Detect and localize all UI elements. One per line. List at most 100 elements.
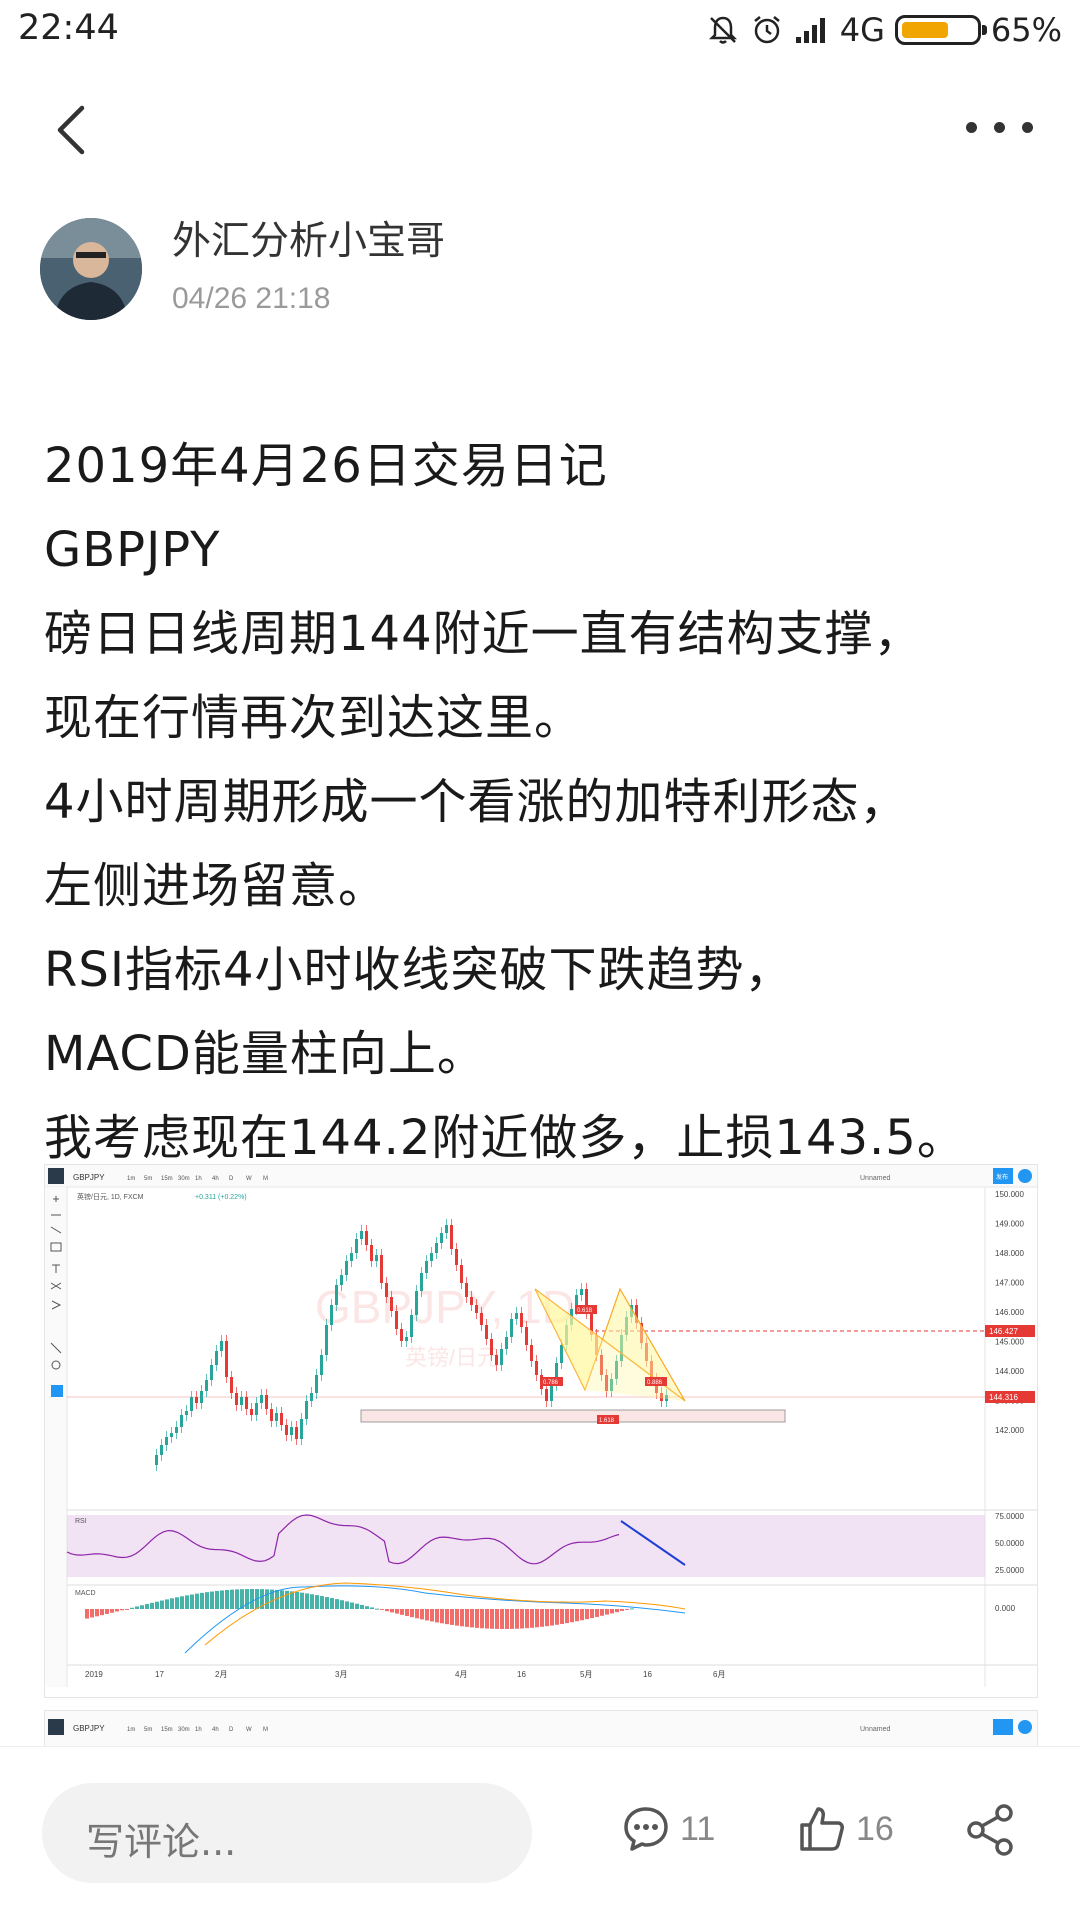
timeframe-15m[interactable]: 15m — [161, 1727, 173, 1733]
timeframe-D[interactable]: D — [229, 1176, 234, 1182]
pattern-label: 1.618 — [599, 1418, 615, 1424]
signal-icon — [795, 18, 825, 43]
candle — [340, 1275, 343, 1285]
timeframe-15m[interactable]: 15m — [161, 1176, 173, 1182]
macd-bar — [335, 1599, 339, 1609]
macd-bar — [265, 1589, 269, 1609]
timeframe-1h[interactable]: 1h — [195, 1176, 202, 1182]
macd-bar — [350, 1602, 354, 1609]
timeframe-30m[interactable]: 30m — [178, 1727, 190, 1733]
macd-bar — [145, 1604, 149, 1609]
timeframe-4h[interactable]: 4h — [212, 1176, 219, 1182]
candle — [260, 1395, 263, 1403]
price-axis-label: 149.000 — [995, 1220, 1024, 1229]
timeframe-D[interactable]: D — [229, 1727, 234, 1733]
macd-bar — [150, 1602, 154, 1609]
macd-bar — [545, 1609, 549, 1627]
candle — [435, 1243, 438, 1253]
chart-image[interactable]: GBPJPY 1m 5m 15m 30m 1h 4h D W M Unnamed 发布 英镑/日… — [44, 1164, 1038, 1698]
back-chevron-icon[interactable] — [44, 100, 104, 160]
author-name[interactable]: 外汇分析小宝哥 — [172, 210, 445, 266]
share-icon[interactable] — [964, 1803, 1018, 1857]
candle — [425, 1261, 428, 1273]
candle — [455, 1249, 458, 1265]
macd-bar — [540, 1609, 544, 1627]
candle — [505, 1337, 508, 1349]
candle — [185, 1411, 188, 1415]
candle — [265, 1395, 268, 1409]
macd-bar — [575, 1609, 579, 1622]
timeframe-M[interactable]: M — [263, 1727, 268, 1733]
timeframe-M[interactable]: M — [263, 1176, 268, 1182]
post-line: RSI指标4小时收线突破下跌趋势， — [44, 942, 794, 998]
macd-bar — [565, 1609, 569, 1624]
price-axis-label: 145.000 — [995, 1338, 1024, 1347]
candle — [285, 1425, 288, 1435]
timeframe-W[interactable]: W — [246, 1727, 252, 1733]
macd-bar — [390, 1609, 394, 1613]
candle — [250, 1409, 253, 1415]
rsi-axis-label: 75.0000 — [995, 1512, 1024, 1521]
candle — [560, 1345, 563, 1363]
macd-bar — [580, 1609, 584, 1621]
timeframe-4h[interactable]: 4h — [212, 1727, 219, 1733]
candle — [480, 1313, 483, 1325]
timeframe-1m[interactable]: 1m — [127, 1176, 135, 1182]
candle — [465, 1283, 468, 1297]
candle — [270, 1409, 273, 1421]
macd-bar — [315, 1595, 319, 1609]
timeframe-30m[interactable]: 30m — [178, 1176, 190, 1182]
price-axis-label: 146.000 — [995, 1308, 1024, 1317]
battery-percent: 65% — [990, 11, 1062, 49]
macd-bar — [510, 1609, 514, 1629]
candle — [330, 1305, 333, 1325]
timeframe-buttons[interactable]: 1m 5m 15m 30m 1h 4h D W M — [127, 1176, 268, 1182]
comment-button[interactable]: 11 — [620, 1799, 715, 1859]
price-axis-label: 147.000 — [995, 1279, 1024, 1288]
macd-bar — [450, 1609, 454, 1625]
macd-bar — [435, 1609, 439, 1623]
macd-label: MACD — [75, 1590, 96, 1597]
timeframe-1m[interactable]: 1m — [127, 1727, 135, 1733]
candle — [215, 1351, 218, 1365]
timeframe-1h[interactable]: 1h — [195, 1727, 202, 1733]
candle — [300, 1419, 303, 1439]
macd-bar — [385, 1609, 389, 1612]
candle — [410, 1315, 413, 1337]
timeframe-5m[interactable]: 5m — [144, 1176, 152, 1182]
date-axis-label: 17 — [155, 1670, 164, 1679]
post-line: 磅日日线周期144附近一直有结构支撑， — [44, 606, 923, 662]
macd-bar — [590, 1609, 594, 1619]
chart-image-2[interactable]: GBPJPY 1m 5m 15m 30m 1h 4h D W M Unnamed — [44, 1710, 1038, 1747]
candle — [535, 1361, 538, 1375]
like-button[interactable]: 16 — [796, 1799, 894, 1859]
macd-bar — [570, 1609, 574, 1623]
macd-bar — [530, 1609, 534, 1628]
macd-bar — [100, 1609, 104, 1616]
chart-watermark-sub: 英镑/日元 — [405, 1345, 499, 1370]
nav-bar — [0, 80, 1080, 180]
candle — [385, 1283, 388, 1297]
comment-input[interactable]: 写评论... — [42, 1783, 532, 1883]
avatar[interactable] — [40, 218, 142, 320]
candle — [510, 1319, 513, 1337]
candle — [230, 1377, 233, 1393]
publish-button[interactable]: 发布 — [996, 1173, 1008, 1181]
candle — [515, 1313, 518, 1319]
macd-bar — [525, 1609, 529, 1629]
macd-bar — [375, 1608, 379, 1610]
macd-bar — [615, 1609, 619, 1613]
macd-bar — [155, 1601, 159, 1609]
timeframe-W[interactable]: W — [246, 1176, 252, 1182]
candle — [450, 1225, 453, 1249]
more-dots-icon[interactable] — [960, 106, 1040, 146]
date-axis-label: 3月 — [335, 1670, 347, 1679]
rsi-label: RSI — [75, 1518, 87, 1525]
timeframe-5m[interactable]: 5m — [144, 1727, 152, 1733]
chart-layout-name[interactable]: Unnamed — [860, 1175, 890, 1182]
alarm-icon — [753, 16, 780, 44]
macd-bar — [220, 1590, 224, 1609]
candle — [305, 1401, 308, 1419]
chart-change: +0.311 (+0.22%) — [195, 1194, 247, 1201]
macd-bar — [495, 1609, 499, 1629]
